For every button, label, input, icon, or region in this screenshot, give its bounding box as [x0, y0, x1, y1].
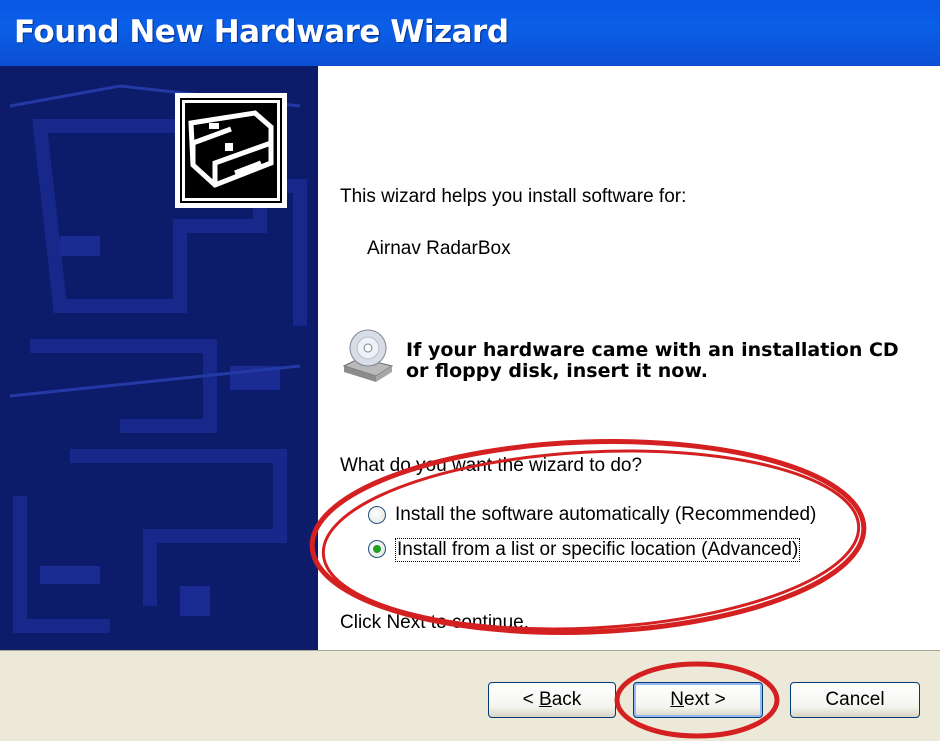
radio-install-automatic[interactable]: [368, 506, 386, 524]
back-button-accel: B: [539, 689, 552, 710]
window-title: Found New Hardware Wizard: [14, 14, 509, 50]
cd-notice-line2: or floppy disk, insert it now.: [406, 360, 708, 382]
continue-hint: Click Next to continue.: [340, 612, 530, 633]
cd-notice-line1: If your hardware came with an installati…: [406, 339, 899, 361]
cancel-button[interactable]: Cancel: [790, 682, 920, 718]
cd-drive-icon: [340, 328, 396, 384]
back-button[interactable]: < Back: [488, 682, 616, 718]
wizard-intro-text: This wizard helps you install software f…: [340, 186, 687, 207]
wizard-question: What do you want the wizard to do?: [340, 455, 643, 476]
radio-selected-dot: [373, 545, 381, 553]
back-button-prefix: <: [522, 689, 540, 710]
hardware-card-icon: [175, 93, 287, 208]
next-button-accel: N: [670, 689, 684, 710]
option-install-automatic-label[interactable]: Install the software automatically (Reco…: [395, 504, 816, 526]
title-bar[interactable]: Found New Hardware Wizard: [0, 0, 940, 66]
radio-install-from-list[interactable]: [368, 540, 386, 558]
next-button[interactable]: Next >: [633, 682, 763, 718]
device-name: Airnav RadarBox: [367, 238, 511, 259]
option-install-from-list-label[interactable]: Install from a list or specific location…: [395, 538, 801, 562]
next-button-rest: ext >: [684, 689, 726, 710]
back-button-rest: ack: [551, 689, 582, 710]
